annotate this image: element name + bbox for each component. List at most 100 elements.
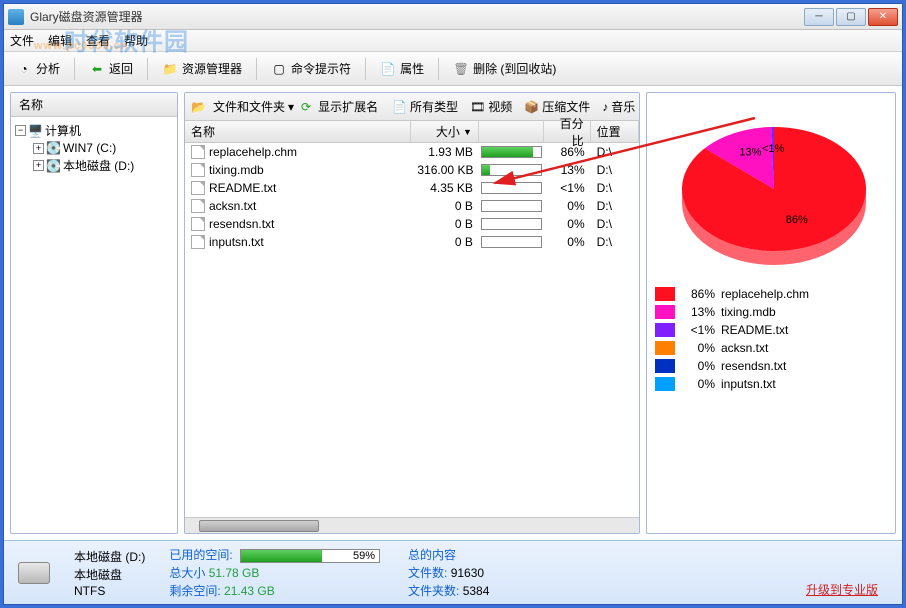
- computer-icon: 🖥️: [28, 124, 43, 138]
- menu-help[interactable]: 帮助: [124, 32, 148, 49]
- menu-file[interactable]: 文件: [10, 32, 34, 49]
- legend-label: README.txt: [721, 323, 788, 337]
- file-icon: [191, 163, 205, 177]
- used-space-bar: 59%: [240, 549, 380, 563]
- file-icon: [191, 199, 205, 213]
- expand-icon[interactable]: +: [33, 143, 44, 154]
- refresh-icon[interactable]: ⟳: [301, 99, 311, 115]
- status-free: 剩余空间: 21.43 GB: [169, 582, 384, 599]
- analyze-button[interactable]: ◔分析: [10, 58, 66, 79]
- file-name: inputsn.txt: [209, 235, 264, 249]
- status-content-info: 总的内容 文件数: 91630 文件夹数: 5384: [408, 546, 489, 599]
- status-total: 总大小 51.78 GB: [169, 564, 384, 581]
- col-size[interactable]: 大小 ▼: [411, 121, 479, 142]
- tree-label: 本地磁盘 (D:): [63, 157, 134, 174]
- file-loc: D:\: [591, 145, 639, 159]
- legend-item[interactable]: <1%README.txt: [655, 323, 887, 337]
- minimize-button[interactable]: ─: [804, 8, 834, 26]
- legend-item[interactable]: 13%tixing.mdb: [655, 305, 887, 319]
- file-loc: D:\: [591, 181, 639, 195]
- legend-item[interactable]: 0%inputsn.txt: [655, 377, 887, 391]
- size-bar: [481, 182, 542, 194]
- drive-icon: 💽: [46, 159, 61, 173]
- maximize-button[interactable]: ▢: [836, 8, 866, 26]
- tree-item-drive-c[interactable]: + 💽 WIN7 (C:): [15, 140, 173, 156]
- pie-chart: 86%13%<1%: [666, 111, 876, 271]
- legend-item[interactable]: 0%acksn.txt: [655, 341, 887, 355]
- cmd-button[interactable]: ▢命令提示符: [265, 58, 357, 79]
- video-icon: 🎞: [470, 100, 485, 114]
- filter-music[interactable]: ♪音乐: [597, 96, 639, 117]
- close-button[interactable]: ✕: [868, 8, 898, 26]
- tree-item-computer[interactable]: − 🖥️ 计算机: [15, 121, 173, 140]
- back-arrow-icon: ⬅: [89, 61, 105, 77]
- table-row[interactable]: inputsn.txt0 B0%D:\: [185, 233, 639, 251]
- status-files: 文件数: 91630: [408, 564, 489, 581]
- table-row[interactable]: acksn.txt0 B0%D:\: [185, 197, 639, 215]
- filter-video[interactable]: 🎞视频: [465, 96, 517, 117]
- menu-view[interactable]: 查看: [86, 32, 110, 49]
- file-size: 0 B: [411, 235, 479, 249]
- tree-label: WIN7 (C:): [63, 141, 116, 155]
- file-pct: 0%: [544, 235, 590, 249]
- col-bar[interactable]: [479, 121, 544, 142]
- svg-text:<1%: <1%: [762, 143, 785, 155]
- upgrade-link[interactable]: 升级到专业版: [806, 581, 878, 598]
- status-fs: NTFS: [74, 584, 145, 598]
- col-name[interactable]: 名称: [185, 121, 411, 142]
- file-icon: [191, 181, 205, 195]
- file-table: 名称 大小 ▼ 百分比 位置 replacehelp.chm1.93 MB86%…: [185, 121, 639, 533]
- legend-pct: 0%: [681, 359, 715, 373]
- menu-edit[interactable]: 编辑: [48, 32, 72, 49]
- nav-icon[interactable]: 📂: [191, 99, 206, 115]
- legend-item[interactable]: 86% replacehelp.chm: [655, 287, 887, 301]
- filter-ext[interactable]: 显示扩展名: [313, 96, 383, 117]
- status-content-label: 总的内容: [408, 546, 489, 563]
- doc-icon: 📄: [380, 61, 396, 77]
- status-space-info: 已用的空间: 59% 总大小 51.78 GB 剩余空间: 21.43 GB: [169, 546, 384, 599]
- legend-label: replacehelp.chm: [721, 287, 809, 301]
- explorer-button[interactable]: 📁资源管理器: [156, 58, 248, 79]
- zip-icon: 📦: [524, 100, 539, 114]
- status-used: 已用的空间: 59%: [169, 546, 384, 563]
- toolbar-separator: [365, 58, 366, 80]
- legend-item[interactable]: 0%resendsn.txt: [655, 359, 887, 373]
- table-body: replacehelp.chm1.93 MB86%D:\tixing.mdb31…: [185, 143, 639, 517]
- status-drive-name: 本地磁盘 (D:): [74, 548, 145, 565]
- toolbar: ◔分析 ⬅返回 📁资源管理器 ▢命令提示符 📄属性 🗑删除 (到回收站): [4, 52, 902, 86]
- properties-button[interactable]: 📄属性: [374, 58, 430, 79]
- table-row[interactable]: tixing.mdb316.00 KB13%D:\: [185, 161, 639, 179]
- status-drive-info: 本地磁盘 (D:) 本地磁盘 NTFS: [74, 548, 145, 598]
- file-icon: [191, 217, 205, 231]
- col-loc[interactable]: 位置: [591, 121, 639, 142]
- collapse-icon[interactable]: −: [15, 125, 26, 136]
- tree-item-drive-d[interactable]: + 💽 本地磁盘 (D:): [15, 156, 173, 175]
- legend-pct: 86%: [681, 287, 715, 301]
- chart-legend: 86% replacehelp.chm 13%tixing.mdb <1%README…: [655, 287, 887, 395]
- legend-label: inputsn.txt: [721, 377, 776, 391]
- size-bar: [481, 218, 542, 230]
- app-window: Glary磁盘资源管理器 ─ ▢ ✕ 文件 编辑 查看 帮助 时代软件园 www…: [3, 3, 903, 605]
- legend-swatch: [655, 341, 675, 355]
- filter-folders[interactable]: 文件和文件夹 ▾: [208, 96, 299, 117]
- scrollbar-thumb[interactable]: [199, 520, 319, 532]
- size-bar: [481, 236, 542, 248]
- chart-panel: 86%13%<1% 86% replacehelp.chm 13%tixing.md…: [646, 92, 896, 534]
- table-row[interactable]: README.txt4.35 KB<1%D:\: [185, 179, 639, 197]
- sort-desc-icon: ▼: [463, 127, 472, 137]
- file-size: 1.93 MB: [411, 145, 479, 159]
- delete-button[interactable]: 🗑删除 (到回收站): [447, 58, 562, 79]
- folder-icon: 📁: [162, 61, 178, 77]
- file-size: 0 B: [411, 199, 479, 213]
- table-row[interactable]: resendsn.txt0 B0%D:\: [185, 215, 639, 233]
- legend-label: tixing.mdb: [721, 305, 776, 319]
- expand-icon[interactable]: +: [33, 160, 44, 171]
- back-button[interactable]: ⬅返回: [83, 58, 139, 79]
- col-pct[interactable]: 百分比: [544, 121, 590, 142]
- table-row[interactable]: replacehelp.chm1.93 MB86%D:\: [185, 143, 639, 161]
- filter-all[interactable]: 📄所有类型: [387, 96, 463, 117]
- h-scrollbar[interactable]: [185, 517, 639, 533]
- titlebar: Glary磁盘资源管理器 ─ ▢ ✕: [4, 4, 902, 30]
- table-header: 名称 大小 ▼ 百分比 位置: [185, 121, 639, 143]
- file-size: 0 B: [411, 217, 479, 231]
